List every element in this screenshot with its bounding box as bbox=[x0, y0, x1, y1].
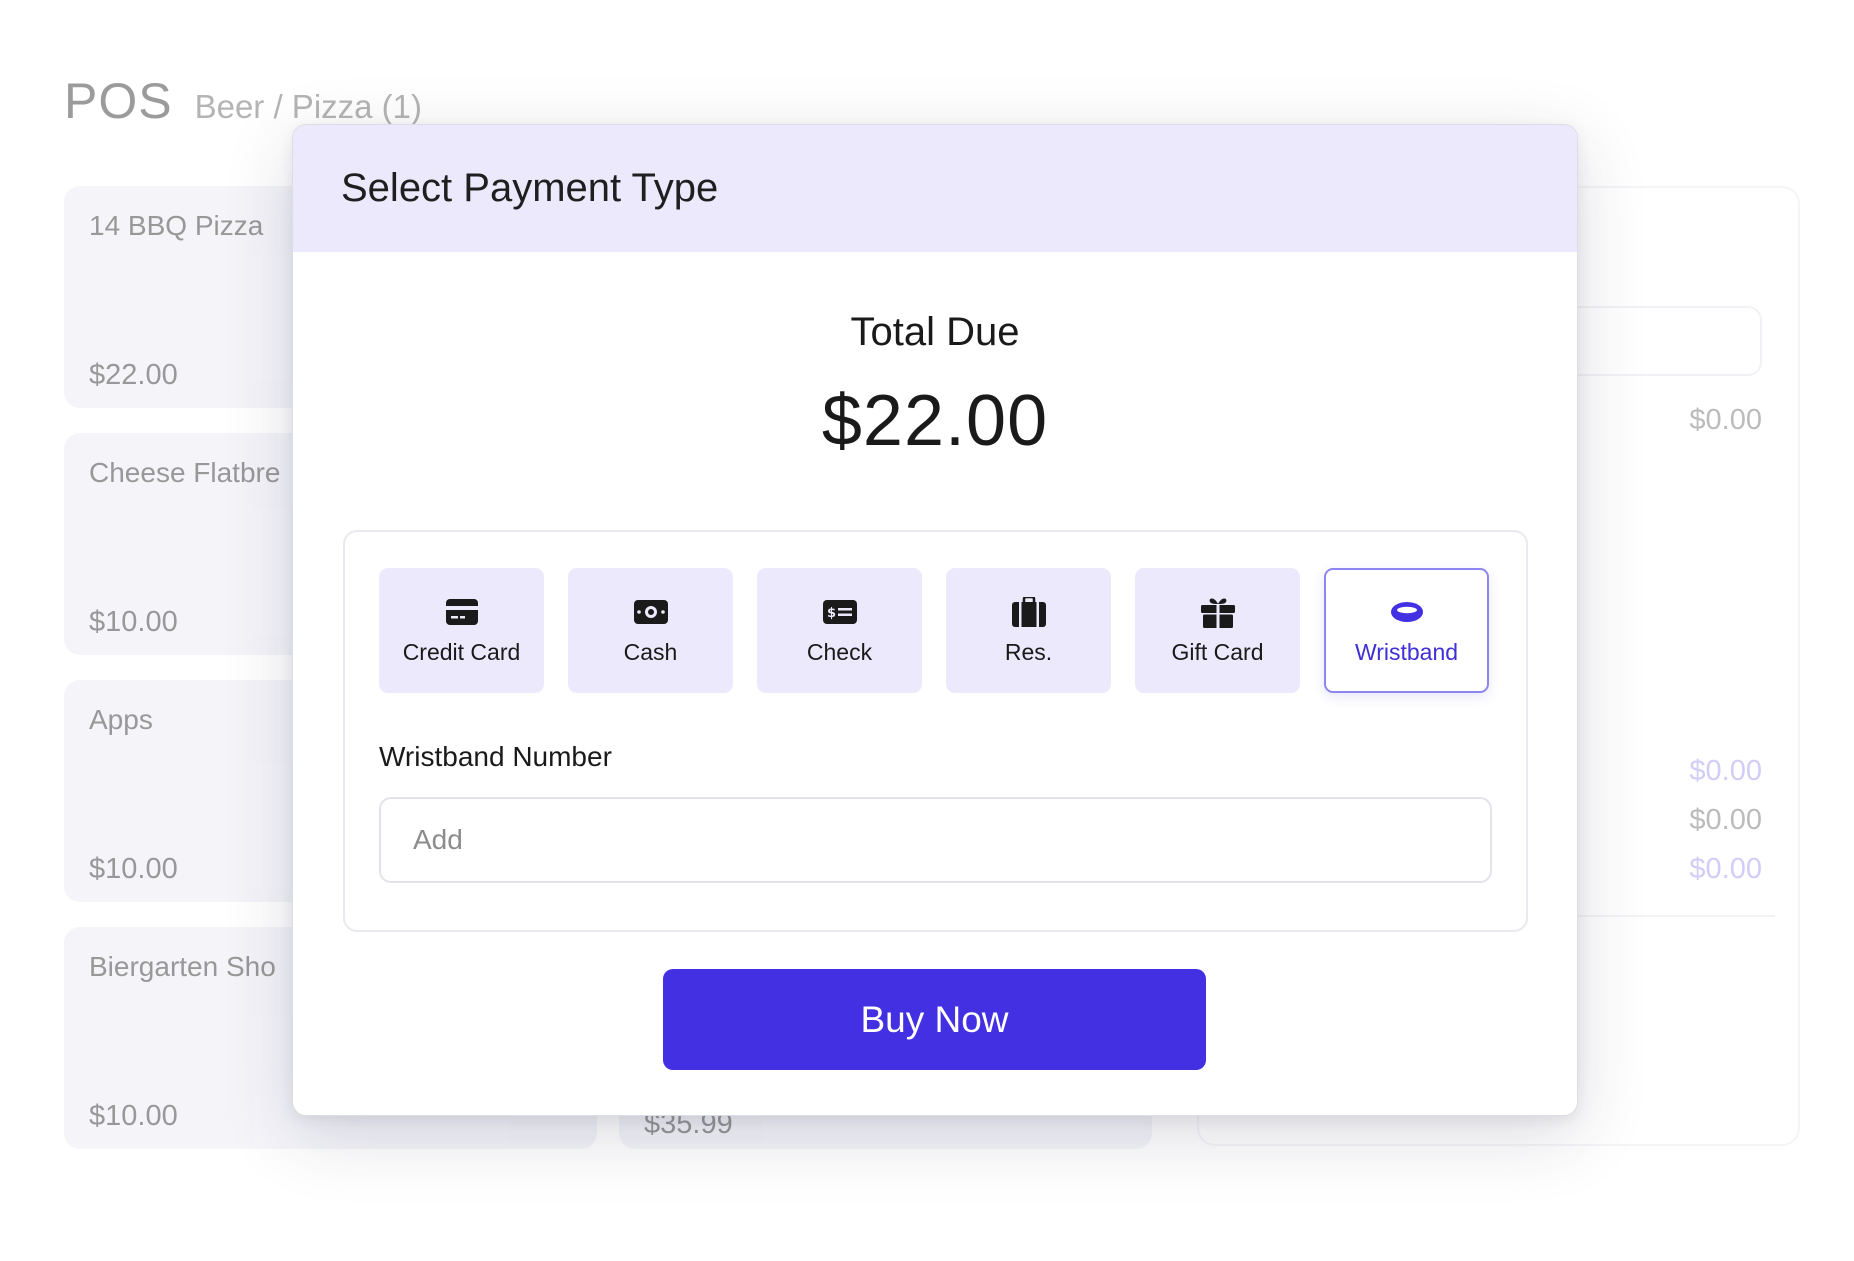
product-name: Biergarten Sho bbox=[89, 951, 276, 982]
buy-now-button[interactable]: Buy Now bbox=[663, 969, 1206, 1070]
wristband-number-label: Wristband Number bbox=[379, 741, 612, 772]
order-amount: $0.00 bbox=[1689, 755, 1762, 787]
payment-method-list: Credit Card Cash $ Check Res. Gift Card … bbox=[379, 568, 1489, 693]
product-price: $22.00 bbox=[89, 359, 178, 391]
order-amount: $0.00 bbox=[1689, 853, 1762, 885]
payment-method-check[interactable]: $ Check bbox=[757, 568, 922, 693]
payment-method-label: Wristband bbox=[1354, 639, 1459, 665]
order-amount: $0.00 bbox=[1689, 404, 1762, 436]
product-name: 14 BBQ Pizza bbox=[89, 210, 264, 241]
payment-method-wristband[interactable]: Wristband bbox=[1324, 568, 1489, 693]
payment-method-cash[interactable]: Cash bbox=[568, 568, 733, 693]
pos-header: POS Beer / Pizza (1) bbox=[64, 72, 422, 130]
suitcase-icon bbox=[1011, 595, 1046, 629]
payment-method-reservation[interactable]: Res. bbox=[946, 568, 1111, 693]
check-icon: $ bbox=[822, 595, 857, 629]
modal-title: Select Payment Type bbox=[341, 166, 719, 210]
app-title: POS bbox=[64, 73, 173, 129]
wristband-icon bbox=[1390, 595, 1424, 629]
payment-method-label: Res. bbox=[1004, 639, 1053, 665]
product-name: Apps bbox=[89, 704, 153, 735]
payment-modal: Select Payment Type Total Due $22.00 Cre… bbox=[292, 124, 1578, 1116]
svg-text:$: $ bbox=[827, 606, 836, 621]
breadcrumb: Beer / Pizza (1) bbox=[194, 88, 423, 125]
payment-method-label: Credit Card bbox=[402, 639, 521, 665]
product-price: $10.00 bbox=[89, 1100, 178, 1132]
payment-method-gift-card[interactable]: Gift Card bbox=[1135, 568, 1300, 693]
cash-icon bbox=[633, 595, 668, 629]
gift-icon bbox=[1200, 595, 1235, 629]
product-price: $10.00 bbox=[89, 853, 178, 885]
payment-method-credit-card[interactable]: Credit Card bbox=[379, 568, 544, 693]
total-due-label: Total Due bbox=[850, 310, 1020, 354]
payment-options-panel: Credit Card Cash $ Check Res. Gift Card … bbox=[343, 530, 1528, 932]
modal-header: Select Payment Type bbox=[293, 125, 1577, 252]
total-due-amount: $22.00 bbox=[821, 381, 1049, 461]
order-amount: $0.00 bbox=[1689, 804, 1762, 836]
wristband-number-input[interactable] bbox=[379, 797, 1492, 883]
payment-method-label: Gift Card bbox=[1171, 639, 1264, 665]
payment-method-label: Cash bbox=[623, 639, 678, 665]
credit-card-icon bbox=[445, 595, 479, 629]
product-price: $10.00 bbox=[89, 606, 178, 638]
product-name: Cheese Flatbre bbox=[89, 457, 281, 488]
payment-method-label: Check bbox=[806, 639, 873, 665]
